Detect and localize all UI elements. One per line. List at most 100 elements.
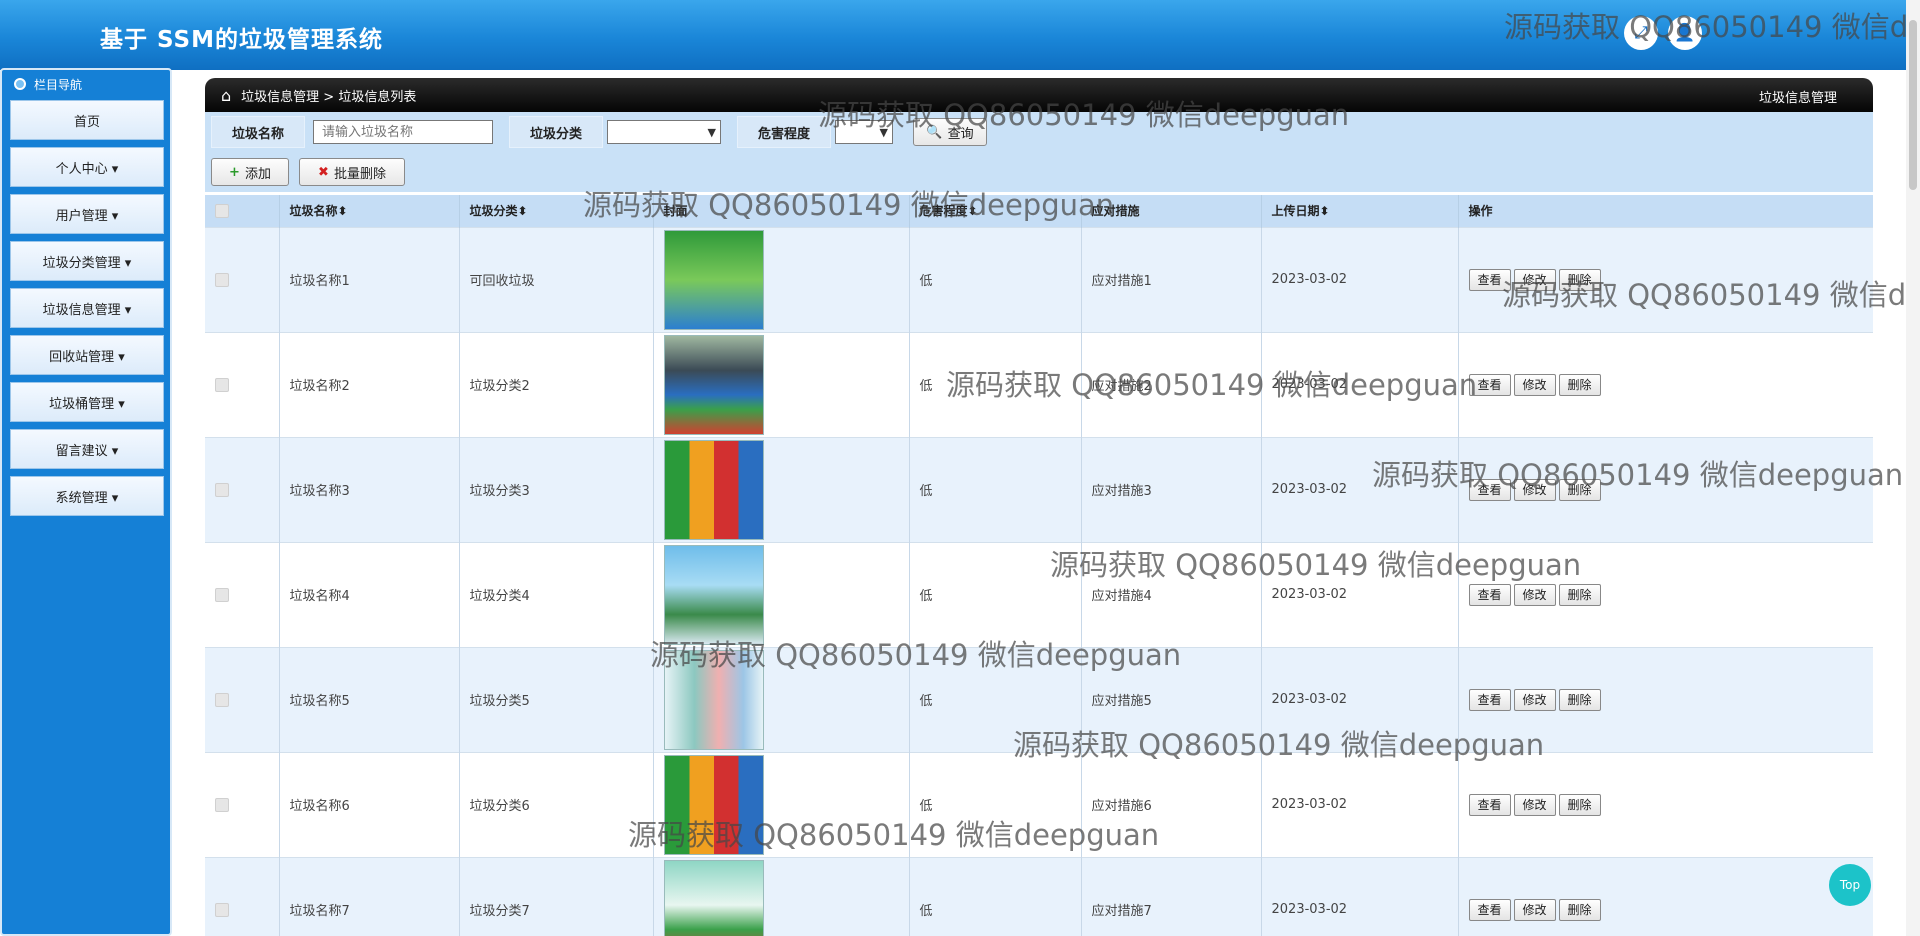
view-button[interactable]: 查看 [1468, 478, 1511, 501]
back-to-top-button[interactable]: Top [1829, 864, 1871, 906]
row-checkbox[interactable] [215, 587, 229, 602]
app-header: 基于 SSM的垃圾管理系统 ⤢ 👤 [0, 0, 1920, 70]
delete-button[interactable]: 删除 [1558, 268, 1601, 291]
measure: 应对措施5 [1081, 646, 1262, 752]
measure: 应对措施4 [1081, 541, 1262, 647]
plus-icon: + [229, 164, 240, 180]
view-button[interactable]: 查看 [1468, 898, 1511, 921]
edit-button[interactable]: 修改 [1513, 793, 1556, 816]
column-header[interactable]: 上传日期⬍ [1261, 195, 1459, 227]
batch-delete-button[interactable]: ✖ 批量删除 [299, 158, 405, 186]
edit-button[interactable]: 修改 [1513, 688, 1556, 711]
column-header: 应对措施 [1081, 195, 1262, 227]
hazard-level: 低 [909, 226, 1082, 332]
sidebar-heading: 栏目导航 [6, 74, 166, 94]
edit-button[interactable]: 修改 [1513, 583, 1556, 606]
measure: 应对措施7 [1081, 856, 1262, 936]
delete-button[interactable]: 删除 [1558, 583, 1601, 606]
hazard-select[interactable]: ▼ [835, 120, 893, 144]
name-search-input[interactable] [313, 120, 493, 144]
table-header-row: 垃圾名称⬍ 垃圾分类⬍ 封面 危害程度⬍ 应对措施 上传日期⬍ 操作 [205, 195, 1873, 227]
row-checkbox[interactable] [215, 902, 229, 917]
view-button[interactable]: 查看 [1468, 688, 1511, 711]
home-icon[interactable]: ⌂ [221, 86, 231, 105]
measure: 应对措施1 [1081, 226, 1262, 332]
data-table: 垃圾名称⬍ 垃圾分类⬍ 封面 危害程度⬍ 应对措施 上传日期⬍ 操作 垃圾名称1… [205, 192, 1873, 936]
garbage-category: 垃圾分类6 [459, 751, 654, 857]
query-button[interactable]: 🔍 查询 [913, 118, 987, 146]
edit-button[interactable]: 修改 [1513, 898, 1556, 921]
close-icon: ✖ [318, 164, 329, 180]
user-icon[interactable]: 👤 [1668, 16, 1702, 50]
column-header[interactable]: 垃圾名称⬍ [279, 195, 460, 227]
app-title: 基于 SSM的垃圾管理系统 [100, 27, 383, 53]
sidebar-item-garbage-info-management[interactable]: 垃圾信息管理 ▾ [10, 288, 164, 328]
view-button[interactable]: 查看 [1468, 583, 1511, 606]
cover-image [663, 439, 764, 540]
cover-image [663, 229, 764, 330]
column-header[interactable]: 垃圾分类⬍ [459, 195, 654, 227]
sidebar-item-user-management[interactable]: 用户管理 ▾ [10, 194, 164, 234]
query-button-label: 查询 [947, 126, 974, 142]
add-button-label: 添加 [244, 166, 271, 182]
cover-image [663, 754, 764, 855]
garbage-name: 垃圾名称4 [279, 541, 460, 647]
expand-icon[interactable]: ⤢ [1624, 16, 1658, 50]
garbage-name: 垃圾名称6 [279, 751, 460, 857]
measure: 应对措施3 [1081, 436, 1262, 542]
upload-date: 2023-03-02 [1261, 331, 1459, 437]
table-row: 垃圾名称1 可回收垃圾 低 应对措施1 2023-03-02 查看 修改 删除 [205, 226, 1873, 332]
edit-button[interactable]: 修改 [1513, 268, 1556, 291]
toolbar: + 添加 ✖ 批量删除 [205, 152, 1873, 192]
row-checkbox[interactable] [215, 692, 229, 707]
delete-button[interactable]: 删除 [1558, 373, 1601, 396]
sidebar-item-bin-management[interactable]: 垃圾桶管理 ▾ [10, 382, 164, 422]
sidebar-item-personal-center[interactable]: 个人中心 ▾ [10, 147, 164, 187]
upload-date: 2023-03-02 [1261, 436, 1459, 542]
measure: 应对措施2 [1081, 331, 1262, 437]
edit-button[interactable]: 修改 [1513, 373, 1556, 396]
upload-date: 2023-03-02 [1261, 541, 1459, 647]
view-button[interactable]: 查看 [1468, 373, 1511, 396]
sidebar-item-category-management[interactable]: 垃圾分类管理 ▾ [10, 241, 164, 281]
add-button[interactable]: + 添加 [211, 158, 289, 186]
sidebar-item-feedback[interactable]: 留言建议 ▾ [10, 429, 164, 469]
garbage-name: 垃圾名称7 [279, 856, 460, 936]
view-button[interactable]: 查看 [1468, 793, 1511, 816]
garbage-name: 垃圾名称3 [279, 436, 460, 542]
upload-date: 2023-03-02 [1261, 751, 1459, 857]
page-scrollbar[interactable] [1906, 0, 1920, 936]
select-all-checkbox[interactable] [215, 203, 229, 218]
scrollbar-thumb[interactable] [1909, 20, 1917, 190]
garbage-category: 垃圾分类4 [459, 541, 654, 647]
column-header[interactable]: 危害程度⬍ [909, 195, 1082, 227]
delete-button[interactable]: 删除 [1558, 478, 1601, 501]
category-select[interactable]: ▼ [607, 120, 721, 144]
cover-image [663, 859, 764, 936]
hazard-level: 低 [909, 541, 1082, 647]
garbage-name: 垃圾名称2 [279, 331, 460, 437]
name-label: 垃圾名称 [211, 116, 305, 148]
delete-button[interactable]: 删除 [1558, 688, 1601, 711]
delete-button[interactable]: 删除 [1558, 898, 1601, 921]
cover-image [663, 544, 764, 645]
sidebar-item-recycle-station-management[interactable]: 回收站管理 ▾ [10, 335, 164, 375]
sidebar-item-home[interactable]: 首页 [10, 100, 164, 140]
table-row: 垃圾名称3 垃圾分类3 低 应对措施3 2023-03-02 查看 修改 删除 [205, 436, 1873, 542]
garbage-category: 可回收垃圾 [459, 226, 654, 332]
table-row: 垃圾名称7 垃圾分类7 低 应对措施7 2023-03-02 查看 修改 删除 [205, 856, 1873, 936]
row-checkbox[interactable] [215, 272, 229, 287]
delete-button[interactable]: 删除 [1558, 793, 1601, 816]
nav-dot-icon [14, 78, 26, 90]
row-checkbox[interactable] [215, 482, 229, 497]
sidebar-item-system-management[interactable]: 系统管理 ▾ [10, 476, 164, 516]
edit-button[interactable]: 修改 [1513, 478, 1556, 501]
view-button[interactable]: 查看 [1468, 268, 1511, 291]
batch-delete-button-label: 批量删除 [333, 166, 386, 182]
row-checkbox[interactable] [215, 377, 229, 392]
upload-date: 2023-03-02 [1261, 856, 1459, 936]
breadcrumb-path: 垃圾信息管理 > 垃圾信息列表 [241, 89, 417, 105]
row-checkbox[interactable] [215, 797, 229, 812]
cover-image [663, 649, 764, 750]
breadcrumb: ⌂ 垃圾信息管理 > 垃圾信息列表 垃圾信息管理 [205, 78, 1873, 112]
